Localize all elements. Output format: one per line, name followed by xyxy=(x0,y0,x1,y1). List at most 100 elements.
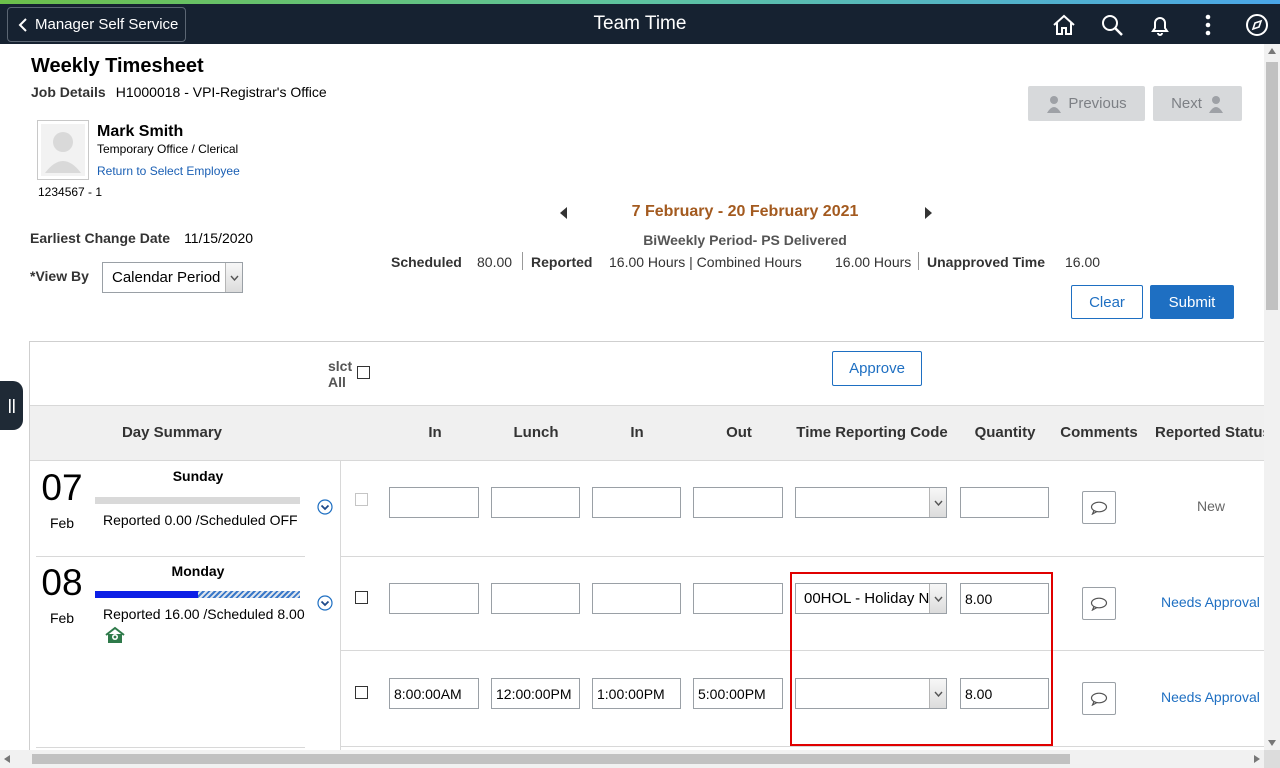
row-select-checkbox[interactable] xyxy=(355,591,368,604)
trc-select[interactable]: 00HOL - Holiday Non-Worked xyxy=(795,583,947,614)
page-title: Weekly Timesheet xyxy=(31,55,204,77)
day-number: 07 xyxy=(41,467,83,508)
unapproved-time: Unapproved Time xyxy=(927,254,1045,270)
scrollbar-corner xyxy=(1264,750,1280,768)
scheduled-value: 80.00 xyxy=(477,254,513,270)
day-name: Sunday xyxy=(172,468,224,484)
select-all-label: slct All xyxy=(328,358,353,390)
search-icon[interactable] xyxy=(1099,12,1125,38)
clear-button[interactable]: Clear xyxy=(1071,285,1143,319)
out-time-field[interactable] xyxy=(693,487,783,518)
chevron-down-icon xyxy=(929,679,946,708)
reported-status-link[interactable]: Needs Approval xyxy=(1161,689,1260,705)
bell-icon[interactable] xyxy=(1147,12,1173,38)
day-name: Monday xyxy=(171,563,225,579)
earliest-change-date: Earliest Change Date 11/15/2020 xyxy=(30,230,253,246)
column-header-quantity: Quantity xyxy=(974,424,1036,441)
trc-select[interactable] xyxy=(795,678,947,709)
select-all-checkbox[interactable] xyxy=(357,366,370,379)
in-time-2-field[interactable] xyxy=(592,487,681,518)
next-employee-button[interactable]: Next xyxy=(1153,86,1242,121)
previous-period-arrow-icon[interactable] xyxy=(559,207,569,219)
reported-status: New xyxy=(1197,498,1226,514)
job-details-label: Job Details xyxy=(31,84,106,100)
navbar-compass-icon[interactable] xyxy=(1244,12,1270,38)
horizontal-scrollbar[interactable] xyxy=(0,750,1264,768)
submit-button[interactable]: Submit xyxy=(1150,285,1234,319)
in-time-2-field[interactable] xyxy=(592,583,681,614)
job-details: Job Details H1000018 - VPI-Registrar's Of… xyxy=(31,84,327,100)
period-subtitle: BiWeekly Period- PS Delivered xyxy=(643,232,847,248)
row-select-checkbox[interactable] xyxy=(355,493,368,506)
employee-id: 1234567 - 1 xyxy=(38,185,103,199)
comment-bubble-icon xyxy=(1090,692,1108,706)
select-all-band: slct All Approve xyxy=(30,342,1264,406)
return-to-select-employee-link[interactable]: Return to Select Employee xyxy=(97,164,240,178)
quantity-field[interactable] xyxy=(960,487,1049,518)
expand-day-chevron-icon[interactable] xyxy=(317,499,333,515)
more-actions-icon[interactable] xyxy=(1195,12,1221,38)
person-placeholder-icon xyxy=(41,124,85,176)
vertical-scroll-thumb[interactable] xyxy=(1266,62,1278,310)
day-divider xyxy=(36,747,305,748)
column-header-out: Out xyxy=(726,424,752,441)
in-time-field[interactable] xyxy=(389,487,479,518)
back-button[interactable]: Manager Self Service xyxy=(7,7,186,42)
app-banner: Manager Self Service Team Time xyxy=(0,4,1280,44)
view-by-select[interactable]: Calendar Period xyxy=(102,262,243,293)
scroll-up-icon[interactable] xyxy=(1268,48,1276,54)
side-panel-toggle[interactable] xyxy=(0,381,23,430)
job-details-value: H1000018 - VPI-Registrar's Office xyxy=(115,84,327,100)
quantity-field[interactable]: 8.00 xyxy=(960,583,1049,614)
in-time-field[interactable] xyxy=(389,583,479,614)
day-month: Feb xyxy=(49,610,75,626)
chevron-down-icon xyxy=(929,488,946,517)
day-month: Feb xyxy=(49,515,75,531)
vertical-scrollbar[interactable] xyxy=(1264,44,1280,750)
row-select-checkbox[interactable] xyxy=(355,686,368,699)
chevron-down-icon xyxy=(225,263,242,292)
page-content: Weekly Timesheet Job Details H1000018 - V… xyxy=(0,44,1264,750)
previous-employee-button[interactable]: Previous xyxy=(1028,86,1145,121)
lunch-time-field[interactable]: 12:00:00PM xyxy=(491,678,580,709)
comment-button[interactable] xyxy=(1082,491,1116,524)
previous-label: Previous xyxy=(1068,95,1127,112)
scroll-down-icon[interactable] xyxy=(1268,740,1276,746)
trc-value: 00HOL - Holiday Non-Worked xyxy=(804,590,946,607)
holiday-indicator-icon xyxy=(105,626,125,643)
next-period-arrow-icon[interactable] xyxy=(923,207,933,219)
day-summary-text: Reported 16.00 /Scheduled 8.00 xyxy=(103,606,305,622)
day-progress-bar xyxy=(95,591,300,598)
expand-day-chevron-icon[interactable] xyxy=(317,595,333,611)
reported-status-link[interactable]: Needs Approval xyxy=(1161,594,1260,610)
column-header-day-summary: Day Summary xyxy=(121,424,223,441)
person-icon xyxy=(1047,95,1062,113)
employee-title: Temporary Office / Clerical xyxy=(97,142,239,156)
earliest-change-value: 11/15/2020 xyxy=(184,230,254,246)
home-icon[interactable] xyxy=(1051,12,1077,38)
trc-select[interactable] xyxy=(795,487,947,518)
in-time-2-field[interactable]: 1:00:00PM xyxy=(592,678,681,709)
horizontal-scroll-thumb[interactable] xyxy=(32,754,1070,764)
reported-value: 16.00 Hours | Combined Hours xyxy=(609,254,802,270)
banner-title: Team Time xyxy=(593,13,687,34)
out-time-field[interactable]: 5:00:00PM xyxy=(693,678,783,709)
drag-handle-icon xyxy=(8,398,15,413)
view-by-label: *View By xyxy=(30,268,89,284)
lunch-time-field[interactable] xyxy=(491,583,580,614)
hours-separator xyxy=(918,252,919,270)
quantity-field[interactable]: 8.00 xyxy=(960,678,1049,709)
earliest-change-label: Earliest Change Date xyxy=(30,230,171,246)
lunch-time-field[interactable] xyxy=(491,487,580,518)
comment-bubble-icon xyxy=(1090,597,1108,611)
comment-button[interactable] xyxy=(1082,682,1116,715)
scroll-right-icon[interactable] xyxy=(1254,755,1260,763)
scroll-left-icon[interactable] xyxy=(4,755,10,763)
column-header-reported-status: Reported Status xyxy=(1155,424,1264,441)
in-time-field[interactable]: 8:00:00AM xyxy=(389,678,479,709)
comment-button[interactable] xyxy=(1082,587,1116,620)
out-time-field[interactable] xyxy=(693,583,783,614)
approve-button[interactable]: Approve xyxy=(832,351,922,386)
hours-separator xyxy=(522,252,523,270)
day-summary-text: Reported 0.00 /Scheduled OFF xyxy=(103,512,298,528)
